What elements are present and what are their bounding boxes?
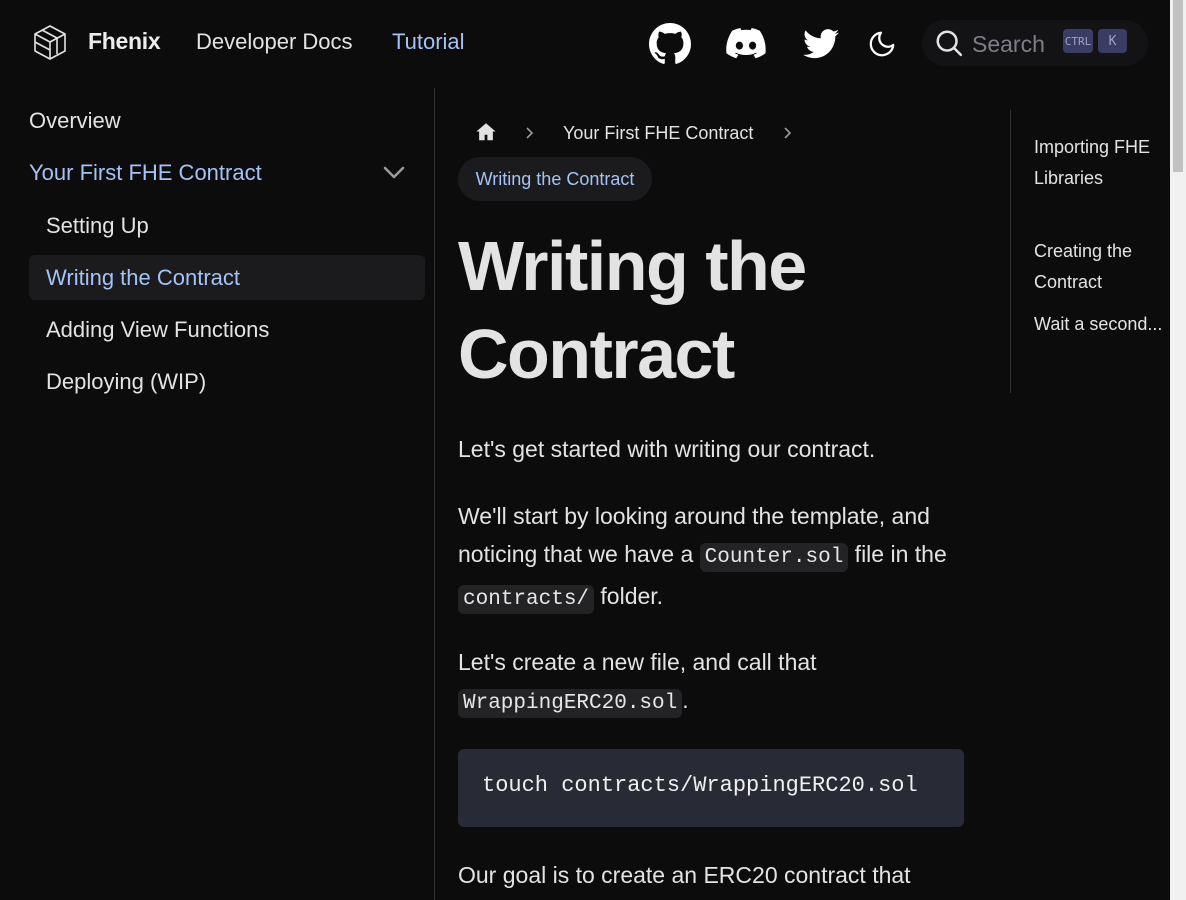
sidebar-item-writing-the-contract[interactable]: Writing the Contract: [46, 265, 240, 291]
nav-link-tutorial[interactable]: Tutorial: [392, 29, 465, 55]
paragraph-template: We'll start by looking around the templa…: [458, 497, 968, 619]
sidebar-item-overview[interactable]: Overview: [29, 108, 121, 134]
paragraph-create-file: Let's create a new file, and call that W…: [458, 643, 968, 723]
paragraph-text: file in the: [848, 541, 947, 567]
home-icon[interactable]: [475, 121, 497, 143]
inline-code-contracts: contracts/: [458, 585, 595, 614]
kbd-ctrl: CTRL: [1063, 29, 1093, 53]
toc-item-wait[interactable]: Wait a second...: [1034, 309, 1164, 340]
breadcrumb-chevron-icon: [784, 127, 792, 139]
paragraph-text: .: [682, 687, 689, 713]
github-icon[interactable]: [648, 22, 692, 66]
sidebar-item-deploying[interactable]: Deploying (WIP): [46, 369, 206, 395]
sidebar-item-setting-up[interactable]: Setting Up: [46, 213, 149, 239]
search-placeholder: Search: [972, 31, 1045, 57]
code-block[interactable]: touch contracts/WrappingERC20.sol: [458, 749, 964, 827]
inline-code-wrapping: WrappingERC20.sol: [458, 689, 683, 718]
moon-icon[interactable]: [860, 22, 904, 66]
sidebar-divider: [434, 88, 435, 900]
sidebar: Overview Your First FHE Contract Setting…: [0, 88, 434, 900]
twitter-icon[interactable]: [799, 22, 843, 66]
scrollbar-thumb[interactable]: [1173, 0, 1183, 172]
breadcrumb-current: Writing the Contract: [458, 157, 652, 201]
breadcrumb-chevron-icon: [526, 127, 534, 139]
toc-item-importing[interactable]: Importing FHE Libraries: [1034, 132, 1164, 194]
page-title: Writing the Contract: [458, 227, 807, 393]
toc-item-creating[interactable]: Creating the Contract: [1034, 236, 1164, 298]
chevron-down-icon[interactable]: [382, 164, 406, 182]
paragraph-intro: Let's get started with writing our contr…: [458, 436, 876, 462]
inline-code-counter: Counter.sol: [699, 543, 849, 572]
search-icon: [936, 30, 963, 57]
search-button[interactable]: Search CTRL K: [922, 20, 1148, 66]
sidebar-item-your-first-fhe-contract[interactable]: Your First FHE Contract: [29, 160, 262, 186]
breadcrumb-link-parent[interactable]: Your First FHE Contract: [563, 123, 753, 144]
fhenix-logo-icon[interactable]: [32, 24, 68, 62]
kbd-k: K: [1098, 29, 1127, 53]
top-navbar: Fhenix Developer Docs Tutorial Search CT…: [0, 0, 1170, 88]
code-block-text: touch contracts/WrappingERC20.sol: [482, 773, 918, 798]
page-scrollbar[interactable]: [1170, 0, 1186, 900]
paragraph-text: Let's create a new file, and call that: [458, 649, 817, 675]
brand-name[interactable]: Fhenix: [88, 28, 161, 55]
sidebar-item-adding-view-functions[interactable]: Adding View Functions: [46, 317, 269, 343]
toc-divider: [1010, 110, 1011, 393]
nav-link-developer-docs[interactable]: Developer Docs: [196, 29, 353, 55]
paragraph-goal: Our goal is to create an ERC20 contract …: [458, 862, 911, 888]
discord-icon[interactable]: [724, 22, 768, 66]
paragraph-text: folder.: [594, 583, 664, 609]
